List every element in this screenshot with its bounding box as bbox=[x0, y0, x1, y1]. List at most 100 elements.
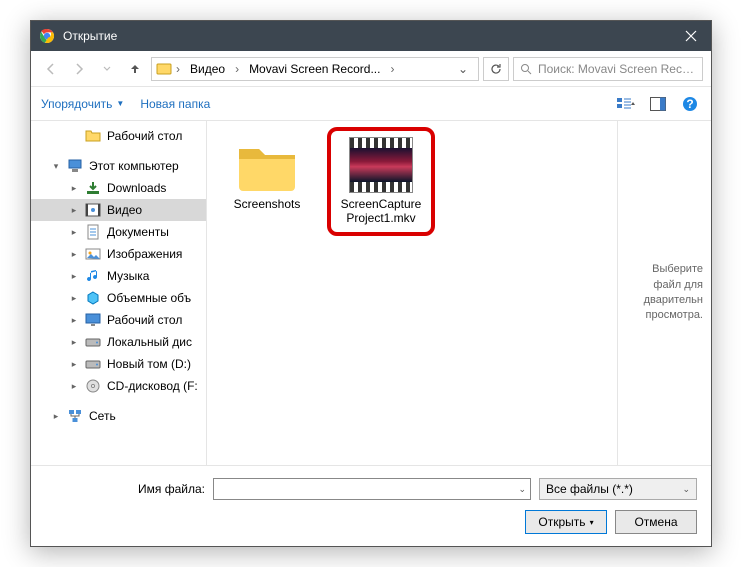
3d-icon bbox=[85, 290, 101, 306]
help-button[interactable]: ? bbox=[679, 93, 701, 115]
breadcrumb-dropdown[interactable]: ⌄ bbox=[452, 60, 474, 78]
filename-input[interactable] bbox=[218, 482, 518, 496]
expand-icon[interactable]: ▸ bbox=[69, 271, 79, 282]
folder-icon bbox=[235, 137, 299, 193]
search-input[interactable]: Поиск: Movavi Screen Recor... bbox=[513, 57, 703, 81]
expand-icon[interactable]: ▾ bbox=[51, 161, 61, 172]
video-icon bbox=[349, 137, 413, 193]
tree-item-label: Документы bbox=[107, 225, 169, 239]
back-button[interactable] bbox=[39, 57, 63, 81]
tree-item-объемные-объ[interactable]: ▸ Объемные объ bbox=[31, 287, 206, 309]
video-icon bbox=[85, 202, 101, 218]
filename-label: Имя файла: bbox=[45, 482, 205, 496]
navigation-tree[interactable]: Рабочий стол ▾ Этот компьютер ▸ Downloads ▸ Ви… bbox=[31, 121, 207, 465]
dialog-body: Рабочий стол ▾ Этот компьютер ▸ Downloads ▸ Ви… bbox=[31, 121, 711, 465]
cd-icon bbox=[85, 378, 101, 394]
tree-item-видео[interactable]: ▸ Видео bbox=[31, 199, 206, 221]
tree-item-label: Рабочий стол bbox=[107, 129, 182, 143]
refresh-button[interactable] bbox=[483, 57, 509, 81]
files-pane[interactable]: Screenshots ScreenCaptureProject1.mkv bbox=[207, 121, 617, 465]
chevron-icon[interactable]: › bbox=[233, 62, 241, 76]
tree-item-downloads[interactable]: ▸ Downloads bbox=[31, 177, 206, 199]
search-placeholder: Поиск: Movavi Screen Recor... bbox=[538, 62, 696, 76]
expand-icon[interactable]: ▸ bbox=[69, 227, 79, 238]
tree-item-label: Downloads bbox=[107, 181, 166, 195]
breadcrumb[interactable]: › Видео › Movavi Screen Record... › ⌄ bbox=[151, 57, 479, 81]
tree-item-label: Музыка bbox=[107, 269, 149, 283]
file-item[interactable]: ScreenCaptureProject1.mkv bbox=[333, 133, 429, 230]
tree-item-сеть[interactable]: ▸ Сеть bbox=[31, 405, 206, 427]
chevron-icon[interactable]: › bbox=[174, 62, 182, 76]
tree-item-label: CD-дисковод (F: bbox=[107, 379, 198, 393]
tree-item-локальный-дис[interactable]: ▸ Локальный дис bbox=[31, 331, 206, 353]
navbar: › Видео › Movavi Screen Record... › ⌄ По… bbox=[31, 51, 711, 87]
expand-icon[interactable]: ▸ bbox=[69, 293, 79, 304]
open-button[interactable]: Открыть▾ bbox=[525, 510, 607, 534]
music-icon bbox=[85, 268, 101, 284]
tree-item-label: Рабочий стол bbox=[107, 313, 182, 327]
filetype-label: Все файлы (*.*) bbox=[546, 482, 633, 496]
tree-item-label: Видео bbox=[107, 203, 142, 217]
filename-combo[interactable]: ⌄ bbox=[213, 478, 531, 500]
titlebar: Открытие bbox=[31, 21, 711, 51]
downloads-icon bbox=[85, 180, 101, 196]
tree-item-рабочий-стол[interactable]: Рабочий стол bbox=[31, 125, 206, 147]
disk-icon bbox=[85, 356, 101, 372]
expand-icon[interactable]: ▸ bbox=[69, 315, 79, 326]
library-icon bbox=[156, 61, 172, 77]
organize-menu[interactable]: Упорядочить▼ bbox=[41, 97, 124, 111]
breadcrumb-item[interactable]: Movavi Screen Record... bbox=[243, 60, 386, 78]
recent-dropdown[interactable] bbox=[95, 57, 119, 81]
chevron-icon[interactable]: › bbox=[388, 62, 396, 76]
preview-pane: Выберите файл для дварительн просмотра. bbox=[617, 121, 711, 465]
expand-icon[interactable]: ▸ bbox=[69, 183, 79, 194]
expand-icon[interactable]: ▸ bbox=[69, 337, 79, 348]
content-area: Screenshots ScreenCaptureProject1.mkv Выб… bbox=[207, 121, 711, 465]
docs-icon bbox=[85, 224, 101, 240]
expand-icon[interactable]: ▸ bbox=[69, 249, 79, 260]
tree-item-label: Изображения bbox=[107, 247, 182, 261]
tree-item-документы[interactable]: ▸ Документы bbox=[31, 221, 206, 243]
chevron-down-icon: ⌄ bbox=[682, 484, 690, 495]
file-label: Screenshots bbox=[234, 197, 301, 211]
preview-pane-button[interactable] bbox=[647, 93, 669, 115]
images-icon bbox=[85, 246, 101, 262]
forward-button[interactable] bbox=[67, 57, 91, 81]
preview-message: Выберите файл для дварительн просмотра. bbox=[626, 262, 703, 324]
breadcrumb-item[interactable]: Видео bbox=[184, 60, 231, 78]
footer: Имя файла: ⌄ Все файлы (*.*) ⌄ Открыть▾ … bbox=[31, 465, 711, 546]
file-label: ScreenCaptureProject1.mkv bbox=[337, 197, 425, 226]
network-icon bbox=[67, 408, 83, 424]
chrome-icon bbox=[39, 28, 55, 44]
tree-item-label: Локальный дис bbox=[107, 335, 192, 349]
view-options-button[interactable] bbox=[615, 93, 637, 115]
up-button[interactable] bbox=[123, 57, 147, 81]
dialog-title: Открытие bbox=[63, 29, 671, 43]
tree-item-label: Сеть bbox=[89, 409, 116, 423]
expand-icon[interactable]: ▸ bbox=[51, 411, 61, 422]
disk-icon bbox=[85, 334, 101, 350]
filename-dropdown[interactable]: ⌄ bbox=[518, 484, 526, 495]
tree-item-музыка[interactable]: ▸ Музыка bbox=[31, 265, 206, 287]
tree-item-label: Этот компьютер bbox=[89, 159, 179, 173]
tree-item-изображения[interactable]: ▸ Изображения bbox=[31, 243, 206, 265]
expand-icon[interactable]: ▸ bbox=[69, 359, 79, 370]
new-folder-button[interactable]: Новая папка bbox=[140, 97, 210, 111]
expand-icon[interactable]: ▸ bbox=[69, 381, 79, 392]
tree-item-cd-дисковод-f-[interactable]: ▸ CD-дисковод (F: bbox=[31, 375, 206, 397]
filetype-combo[interactable]: Все файлы (*.*) ⌄ bbox=[539, 478, 697, 500]
cancel-button[interactable]: Отмена bbox=[615, 510, 697, 534]
file-open-dialog: Открытие › Видео › Movavi Screen Record.… bbox=[30, 20, 712, 547]
tree-item-label: Объемные объ bbox=[107, 291, 191, 305]
tree-item-новый-том-d-[interactable]: ▸Новый том (D:) bbox=[31, 353, 206, 375]
desktop-icon bbox=[85, 312, 101, 328]
pc-icon bbox=[67, 158, 83, 174]
folder-icon bbox=[85, 128, 101, 144]
close-button[interactable] bbox=[671, 21, 711, 51]
file-item[interactable]: Screenshots bbox=[219, 133, 315, 215]
tree-item-этот-компьютер[interactable]: ▾ Этот компьютер bbox=[31, 155, 206, 177]
svg-text:?: ? bbox=[686, 97, 693, 111]
expand-icon[interactable]: ▸ bbox=[69, 205, 79, 216]
tree-item-рабочий-стол[interactable]: ▸ Рабочий стол bbox=[31, 309, 206, 331]
toolbar: Упорядочить▼ Новая папка ? bbox=[31, 87, 711, 121]
